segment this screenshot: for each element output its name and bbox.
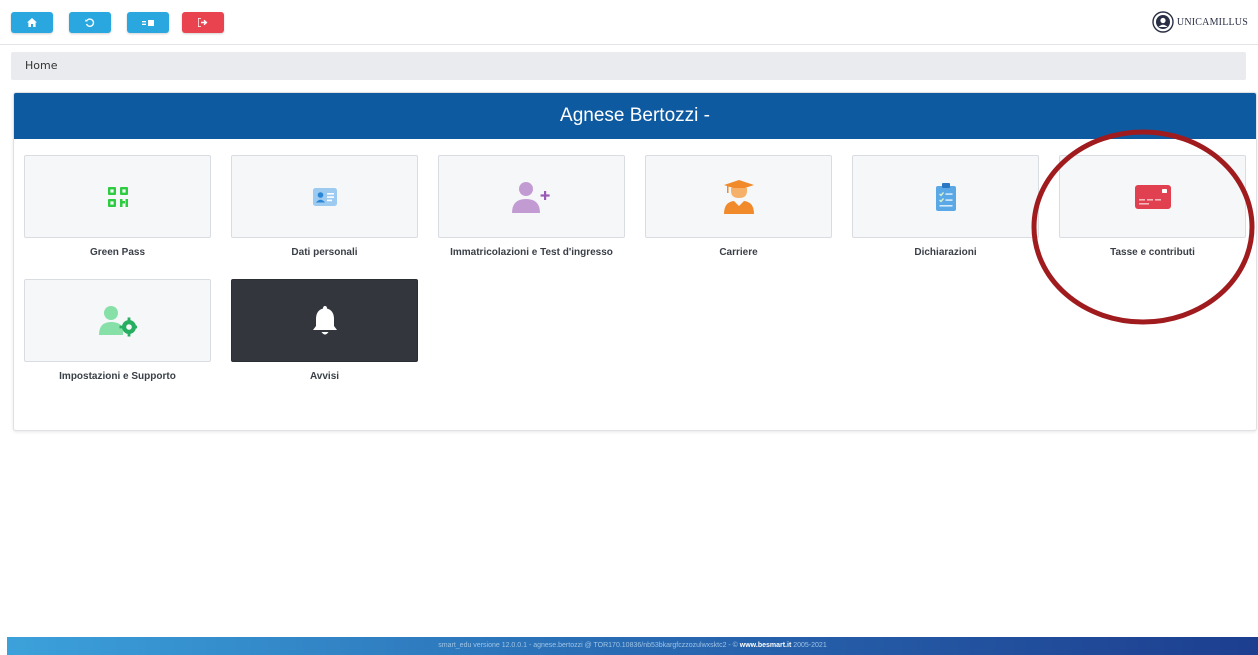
tile-box — [1059, 155, 1246, 238]
tile-tasse-contributi[interactable]: Tasse e contributi — [1059, 155, 1246, 285]
qr-code-icon — [107, 186, 128, 207]
history-icon — [85, 17, 95, 27]
logout-button[interactable] — [182, 12, 224, 33]
tile-carriere[interactable]: Carriere — [645, 155, 832, 285]
tile-avvisi[interactable]: Avvisi — [231, 279, 418, 409]
user-settings-icon — [98, 305, 137, 336]
footer-link[interactable]: www.besmart.it — [740, 642, 791, 649]
tile-label: Carriere — [719, 247, 758, 258]
tile-green-pass[interactable]: Green Pass — [24, 155, 211, 285]
tile-box — [231, 155, 418, 238]
seal-icon — [1152, 11, 1174, 33]
breadcrumb: Home — [11, 52, 1246, 80]
tile-impostazioni-supporto[interactable]: Impostazioni e Supporto — [24, 279, 211, 409]
card-title: Agnese Bertozzi - — [14, 93, 1256, 139]
top-bar: UNICAMILLUS — [0, 0, 1258, 45]
credit-card-icon — [1134, 184, 1171, 209]
tile-immatricolazioni[interactable]: Immatricolazioni e Test d'ingresso — [438, 155, 625, 285]
tile-box — [438, 155, 625, 238]
logout-icon — [198, 18, 208, 27]
tile-label: Tasse e contributi — [1110, 247, 1195, 258]
tile-label: Avvisi — [309, 371, 340, 382]
main-card: Agnese Bertozzi - Green Pass Dati person… — [13, 92, 1257, 431]
switch-icon — [142, 19, 154, 26]
tile-label: Dati personali — [291, 247, 358, 258]
history-button[interactable] — [69, 12, 111, 33]
tile-box — [645, 155, 832, 238]
add-user-icon — [511, 181, 550, 213]
tile-label: Impostazioni e Supporto — [59, 371, 176, 382]
footer-text: smart_edu versione 12.0.0.1 - agnese.ber… — [438, 642, 738, 649]
university-logo[interactable]: UNICAMILLUS — [1152, 10, 1248, 34]
tile-box — [24, 155, 211, 238]
home-button[interactable] — [11, 12, 53, 33]
clipboard-check-icon — [935, 182, 956, 211]
tile-dati-personali[interactable]: Dati personali — [231, 155, 418, 285]
tile-box — [24, 279, 211, 362]
tile-label: Dichiarazioni — [914, 247, 977, 258]
graduate-icon — [723, 179, 754, 214]
bell-icon — [312, 305, 337, 334]
tile-label: Green Pass — [89, 247, 146, 258]
footer: smart_edu versione 12.0.0.1 - agnese.ber… — [7, 637, 1258, 655]
brand-name: UNICAMILLUS — [1176, 16, 1248, 28]
home-icon — [27, 18, 37, 27]
tile-box — [231, 279, 418, 362]
switch-profile-button[interactable] — [127, 12, 169, 33]
footer-years: 2005-2021 — [793, 642, 827, 649]
tile-dichiarazioni[interactable]: Dichiarazioni — [852, 155, 1039, 285]
breadcrumb-home[interactable]: Home — [25, 59, 57, 72]
tile-label: Immatricolazioni e Test d'ingresso — [450, 247, 613, 258]
id-card-icon — [312, 187, 337, 206]
tile-box — [852, 155, 1039, 238]
